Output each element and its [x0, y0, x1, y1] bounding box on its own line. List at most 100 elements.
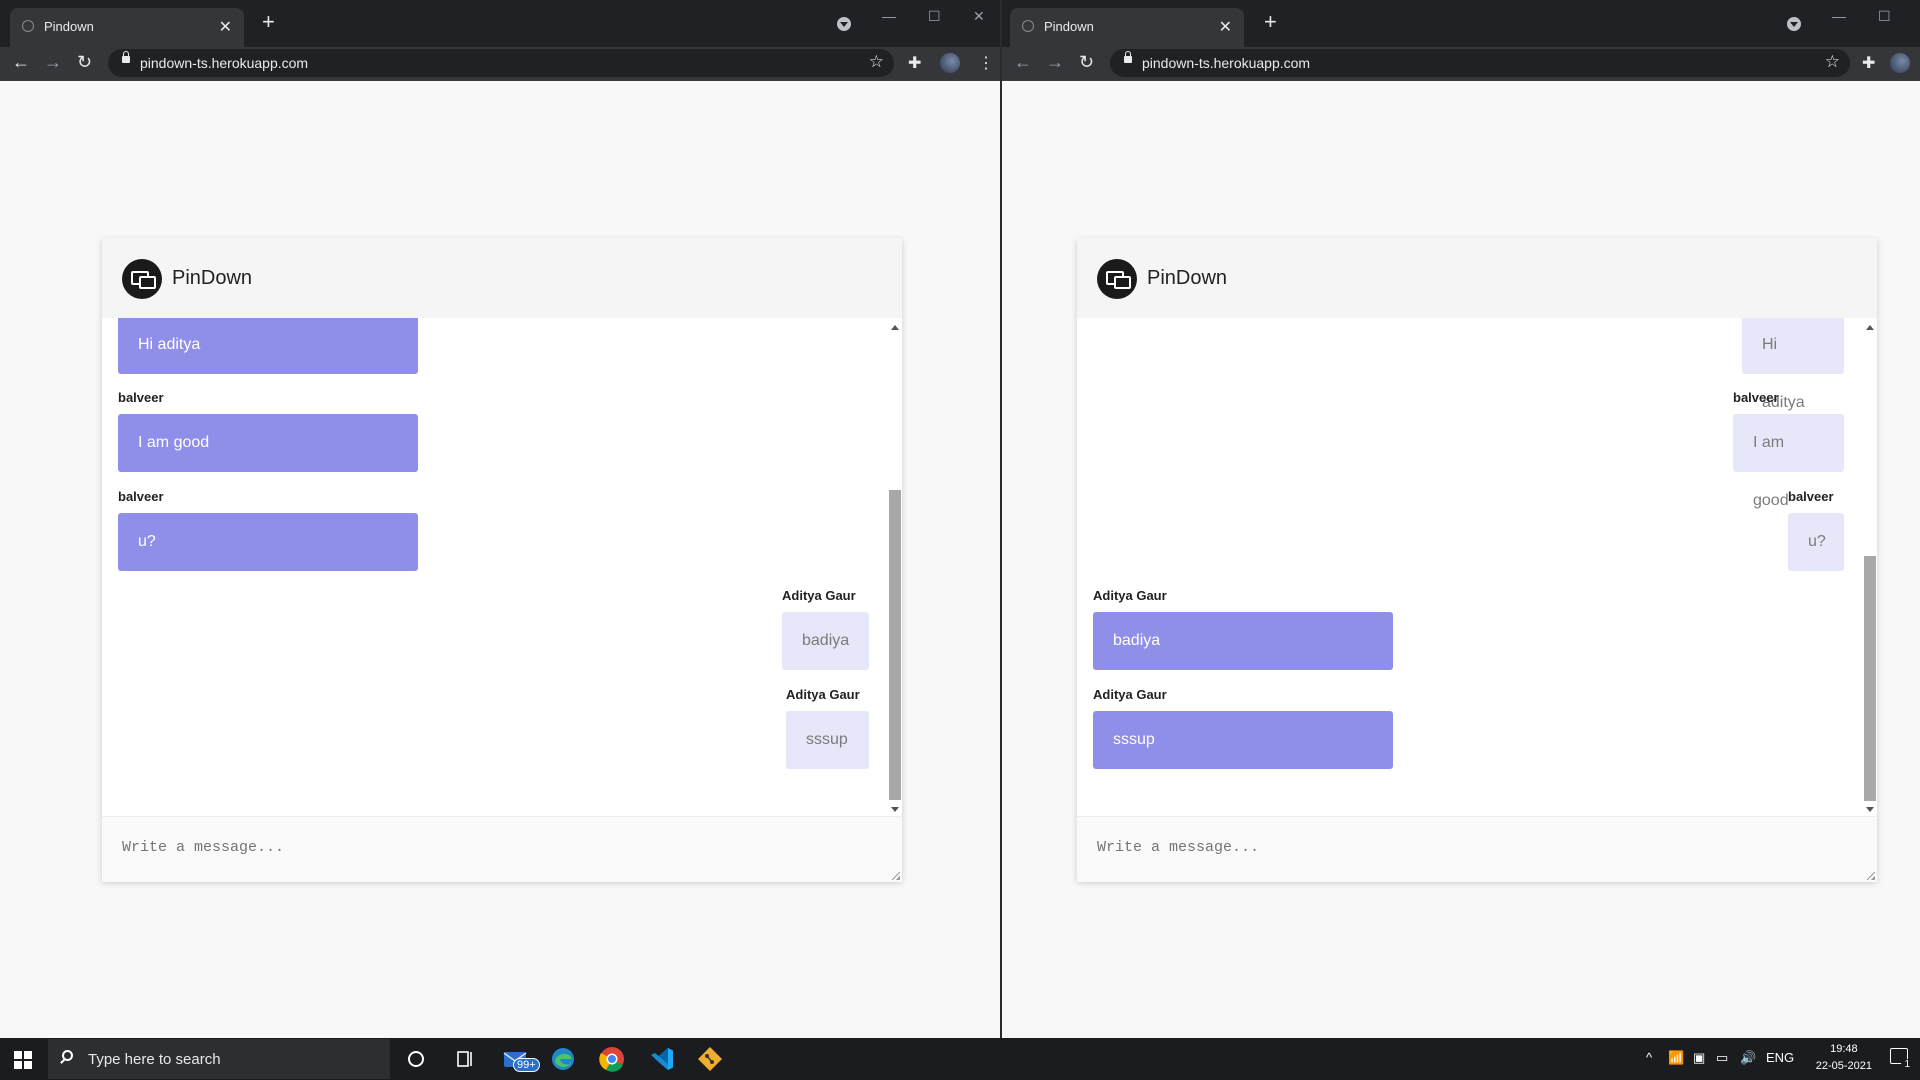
message-sender: Aditya Gaur	[1093, 687, 1167, 702]
clock-time: 19:48	[1830, 1043, 1858, 1055]
browser-toolbar: ← → ↻ pindown-ts.herokuapp.com ☆ ✚ ⋮	[0, 47, 1000, 81]
message-bubble: Hi aditya	[1742, 318, 1844, 411]
new-tab-icon[interactable]: +	[262, 11, 275, 33]
meet-now-icon[interactable]: ▣	[1693, 1050, 1705, 1066]
message-list[interactable]: Hi aditya balveer I am good balveer u? A…	[102, 318, 884, 816]
tab-search-icon[interactable]	[1787, 17, 1801, 31]
chat-header: PinDown	[1077, 238, 1877, 318]
maximize-icon[interactable]: ☐	[928, 8, 941, 25]
task-view-icon[interactable]	[450, 1044, 480, 1074]
vscode-icon[interactable]	[647, 1044, 677, 1074]
scrollbar-thumb[interactable]	[1864, 556, 1876, 801]
message-bubble: u?	[118, 513, 418, 571]
address-bar[interactable]: pindown-ts.herokuapp.com ☆	[1110, 49, 1850, 77]
windows-icon[interactable]	[14, 1051, 32, 1069]
message-sender: Aditya Gaur	[1093, 588, 1167, 603]
close-tab-icon[interactable]: ✕	[219, 17, 232, 37]
message-list[interactable]: Hi aditya balveer I am good balveer u? A…	[1077, 318, 1859, 816]
minimize-icon[interactable]: —	[882, 8, 896, 24]
extensions-icon[interactable]: ✚	[908, 53, 921, 73]
cortana-icon[interactable]	[401, 1044, 431, 1074]
url-text: pindown-ts.herokuapp.com	[140, 55, 309, 71]
scroll-up-arrow[interactable]	[891, 325, 899, 330]
scroll-down-arrow[interactable]	[1866, 807, 1874, 812]
windows-taskbar: Type here to search 99+ ^ 📶 ▣ ▭ 🔊 ENG 19…	[0, 1038, 1920, 1080]
bookmark-star-icon[interactable]: ☆	[1825, 52, 1840, 72]
globe-icon	[1022, 20, 1034, 32]
battery-icon[interactable]: ▭	[1716, 1050, 1728, 1066]
message-sender: Aditya Gaur	[786, 687, 860, 702]
browser-window-left: Pindown ✕ + — ☐ ✕ ← → ↻ pindown-ts.herok…	[0, 0, 1000, 1038]
back-icon[interactable]: ←	[1014, 52, 1032, 73]
clock-date: 22-05-2021	[1815, 1060, 1872, 1072]
close-window-icon[interactable]: ✕	[973, 8, 985, 25]
message-bubble: Hi aditya	[118, 318, 418, 374]
maximize-icon[interactable]: ☐	[1878, 8, 1891, 25]
message-sender: balveer	[118, 390, 164, 405]
profile-avatar[interactable]	[940, 53, 960, 73]
scrollbar-thumb[interactable]	[889, 490, 901, 800]
url-text: pindown-ts.herokuapp.com	[1142, 55, 1311, 71]
notifications-icon[interactable]: 1	[1890, 1048, 1913, 1070]
chat-header: PinDown	[102, 238, 902, 318]
new-tab-icon[interactable]: +	[1264, 11, 1277, 33]
message-sender: balveer	[1788, 489, 1834, 504]
chrome-icon[interactable]	[597, 1044, 627, 1074]
tab-bar: Pindown ✕ + — ☐ ✕	[0, 0, 1000, 47]
message-sender: balveer	[118, 489, 164, 504]
chat-card: PinDown Hi aditya balveer I am good balv…	[102, 238, 902, 882]
forward-icon[interactable]: →	[1046, 52, 1064, 73]
app-name: PinDown	[1147, 267, 1228, 289]
reload-icon[interactable]: ↻	[1079, 52, 1094, 73]
close-tab-icon[interactable]: ✕	[1219, 17, 1232, 37]
browser-tab[interactable]: Pindown ✕	[1010, 8, 1244, 47]
forward-icon[interactable]: →	[44, 52, 62, 73]
message-input[interactable]	[1077, 817, 1877, 882]
browser-window-right: Pindown ✕ + — ☐ ← → ↻ pindown-ts.herokua…	[1002, 0, 1920, 1038]
show-hidden-icons-icon[interactable]: ^	[1646, 1050, 1652, 1065]
message-sender: balveer	[1733, 390, 1779, 405]
message-input[interactable]	[102, 817, 902, 882]
message-bubble: I am good	[1733, 414, 1844, 509]
back-icon[interactable]: ←	[12, 52, 30, 73]
menu-icon[interactable]: ⋮	[978, 53, 994, 73]
message-sender: Aditya Gaur	[782, 588, 856, 603]
message-bubble: sssup	[786, 711, 869, 769]
message-composer	[102, 816, 902, 882]
clock[interactable]: 19:48 22-05-2021	[1816, 1041, 1872, 1075]
chat-logo-icon	[122, 259, 162, 299]
address-bar[interactable]: pindown-ts.herokuapp.com ☆	[108, 49, 894, 77]
git-icon[interactable]	[695, 1044, 725, 1074]
mail-icon[interactable]: 99+	[501, 1044, 540, 1074]
message-bubble: I am good	[118, 414, 418, 472]
scroll-down-arrow[interactable]	[891, 807, 899, 812]
reload-icon[interactable]: ↻	[77, 52, 92, 73]
bookmark-star-icon[interactable]: ☆	[869, 52, 884, 72]
globe-icon	[22, 20, 34, 32]
browser-toolbar: ← → ↻ pindown-ts.herokuapp.com ☆ ✚	[1002, 47, 1920, 81]
scroll-up-arrow[interactable]	[1866, 325, 1874, 330]
search-placeholder: Type here to search	[88, 1051, 221, 1068]
search-icon	[62, 1050, 73, 1061]
language-indicator[interactable]: ENG	[1766, 1050, 1794, 1065]
message-composer	[1077, 816, 1877, 882]
message-bubble: sssup	[1093, 711, 1393, 769]
chat-card: PinDown Hi aditya balveer I am good balv…	[1077, 238, 1877, 882]
resize-handle-icon[interactable]	[892, 872, 900, 880]
profile-avatar[interactable]	[1890, 53, 1910, 73]
browser-tab[interactable]: Pindown ✕	[10, 8, 244, 47]
message-bubble: u?	[1788, 513, 1844, 571]
edge-icon[interactable]	[548, 1044, 578, 1074]
minimize-icon[interactable]: —	[1832, 8, 1846, 24]
tab-search-icon[interactable]	[837, 17, 851, 31]
lock-icon	[122, 51, 130, 63]
resize-handle-icon[interactable]	[1867, 872, 1875, 880]
tab-title: Pindown	[1044, 19, 1094, 34]
message-bubble: badiya	[782, 612, 869, 670]
network-icon[interactable]: 📶	[1668, 1050, 1684, 1066]
notification-count: 1	[1901, 1059, 1913, 1070]
app-name: PinDown	[172, 267, 253, 289]
extensions-icon[interactable]: ✚	[1862, 53, 1875, 73]
volume-icon[interactable]: 🔊	[1740, 1050, 1756, 1066]
taskbar-search-box[interactable]: Type here to search	[48, 1039, 390, 1079]
